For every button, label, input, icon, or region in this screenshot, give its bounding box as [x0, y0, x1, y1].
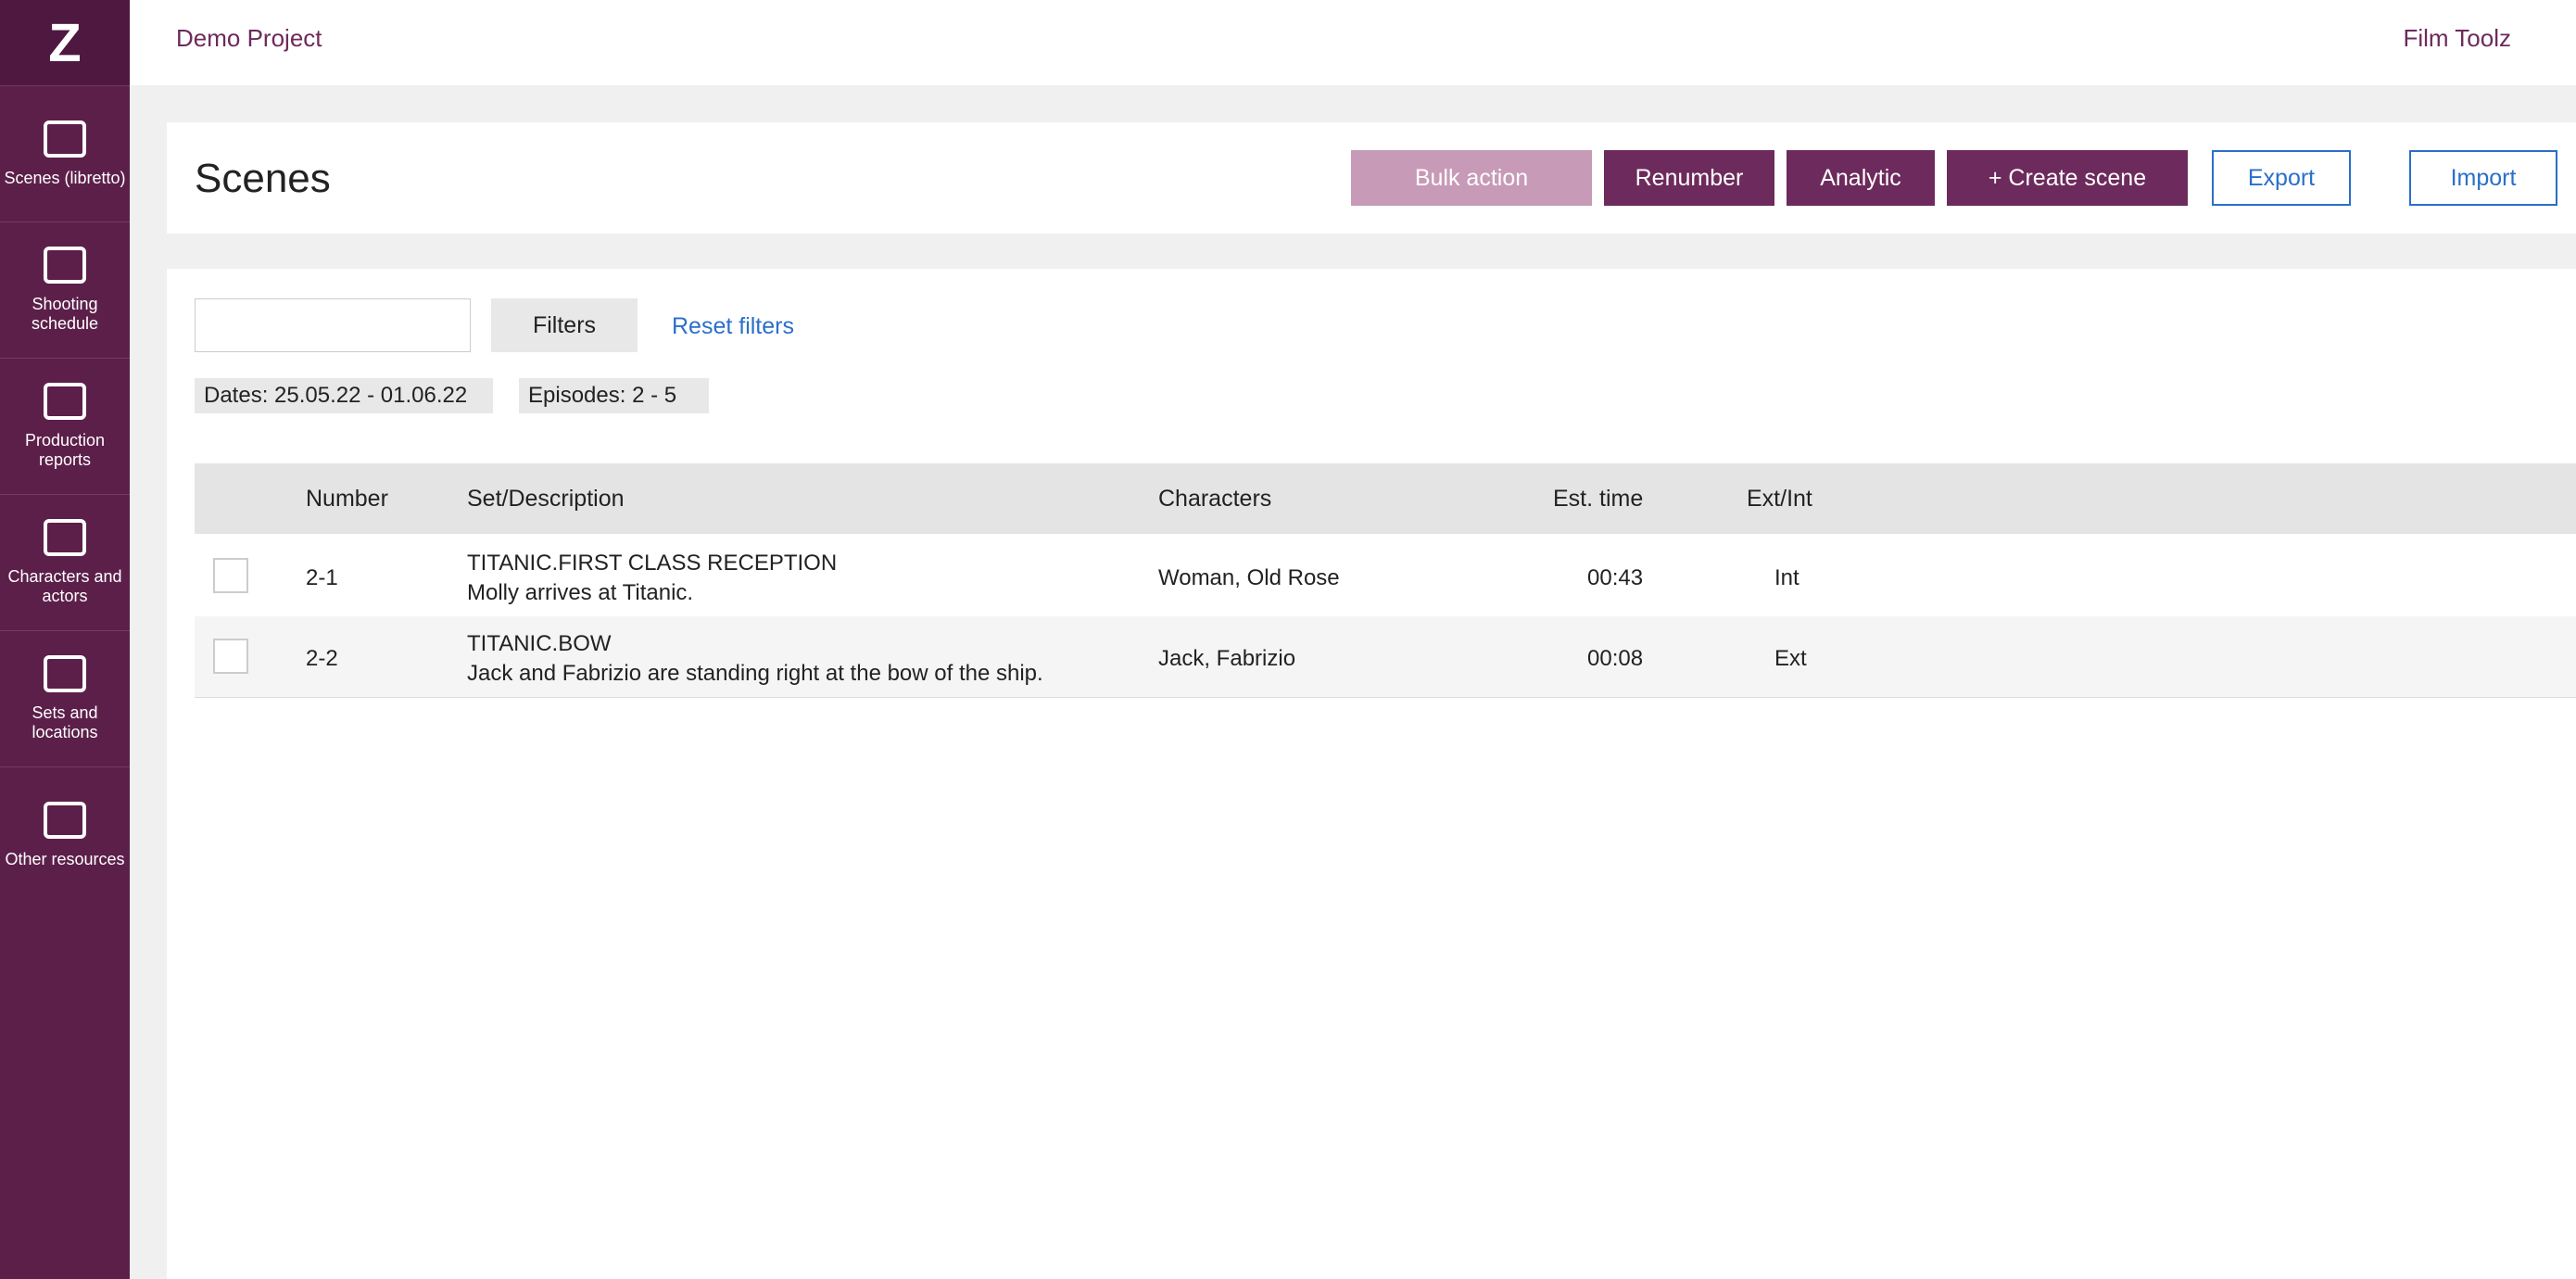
renumber-button[interactable]: Renumber [1604, 150, 1774, 206]
archive-icon [44, 801, 86, 839]
user-name[interactable]: Film Toolz [2403, 24, 2511, 53]
scene-characters: Woman, Old Rose [1158, 565, 1340, 590]
scene-ext-int: Ext [1774, 646, 1807, 671]
image-icon [44, 655, 86, 692]
users-icon [44, 519, 86, 556]
scene-set: TITANIC.FIRST CLASS RECEPTION [467, 551, 838, 576]
topbar: Demo Project Film Toolz [130, 0, 2576, 85]
main-content: Scenes Bulk action Renumber Analytic + C… [167, 122, 2576, 1279]
sidebar-item-label: Production reports [24, 431, 106, 469]
sidebar-item-label: Shooting schedule [31, 295, 99, 333]
scene-description: Jack and Fabrizio are standing right at … [467, 661, 1043, 686]
filters-button[interactable]: Filters [491, 298, 638, 352]
scene-number: 2-2 [306, 646, 338, 671]
scene-description: Molly arrives at Titanic. [467, 580, 694, 605]
table-header: Number Set/Description Characters Est. t… [195, 463, 2576, 534]
sidebar-item-characters[interactable]: Characters and actors [0, 494, 130, 630]
create-scene-button[interactable]: + Create scene [1947, 150, 2188, 206]
sidebar-item-label: Scenes (libretto) [4, 168, 126, 187]
scene-ext-int: Int [1774, 565, 1799, 590]
column-header-time[interactable]: Est. time [1553, 486, 1643, 513]
bulk-action-button[interactable]: Bulk action [1351, 150, 1592, 206]
sidebar-item-other-resources[interactable]: Other resources [0, 766, 130, 903]
column-header-ext[interactable]: Ext/Int [1747, 486, 1812, 513]
import-button[interactable]: Import [2409, 150, 2557, 206]
checkbox-icon [44, 383, 86, 420]
scene-characters: Jaсk, Fabrizio [1158, 646, 1296, 671]
column-header-characters[interactable]: Characters [1158, 486, 1271, 513]
scene-number: 2-1 [306, 565, 338, 590]
filter-chip-dates[interactable]: Dates: 25.05.22 - 01.06.22 [195, 378, 493, 413]
sidebar-item-label: Other resources [5, 849, 125, 868]
column-header-set[interactable]: Set/Description [467, 486, 625, 513]
analytic-button[interactable]: Analytic [1787, 150, 1935, 206]
filter-chip-episodes[interactable]: Episodes: 2 - 5 [519, 378, 709, 413]
scene-set: TITANIC.BOW [467, 631, 612, 656]
sidebar: Z Scenes (libretto) Shooting schedule Pr… [0, 0, 130, 1279]
scene-time: 00:43 [1587, 565, 1644, 590]
sidebar-item-sets[interactable]: Sets and locations [0, 630, 130, 766]
calendar-icon [44, 247, 86, 284]
sidebar-item-scenes[interactable]: Scenes (libretto) [0, 85, 130, 222]
row-checkbox[interactable] [213, 639, 248, 674]
page-title: Scenes [195, 156, 331, 201]
page-header: Scenes Bulk action Renumber Analytic + C… [167, 122, 2576, 234]
column-header-number[interactable]: Number [306, 486, 388, 513]
search-input[interactable] [195, 298, 471, 352]
app-logo[interactable]: Z [0, 0, 130, 85]
sidebar-item-production-reports[interactable]: Production reports [0, 358, 130, 494]
export-button[interactable]: Export [2212, 150, 2351, 206]
row-checkbox[interactable] [213, 558, 248, 593]
clapperboard-icon [44, 120, 86, 158]
table-row[interactable]: 2-1 TITANIC.FIRST CLASS RECEPTION Molly … [195, 536, 2576, 617]
project-link[interactable]: Demo Project [176, 24, 322, 53]
sidebar-item-shooting-schedule[interactable]: Shooting schedule [0, 222, 130, 358]
table-row[interactable]: 2-2 TITANIC.BOW Jack and Fabrizio are st… [195, 616, 2576, 698]
sidebar-item-label: Characters and actors [7, 567, 122, 605]
scene-time: 00:08 [1587, 646, 1644, 671]
sidebar-item-label: Sets and locations [32, 703, 98, 741]
scenes-table-card: Filters Reset filters Dates: 25.05.22 - … [167, 269, 2576, 1279]
reset-filters-link[interactable]: Reset filters [672, 313, 794, 340]
